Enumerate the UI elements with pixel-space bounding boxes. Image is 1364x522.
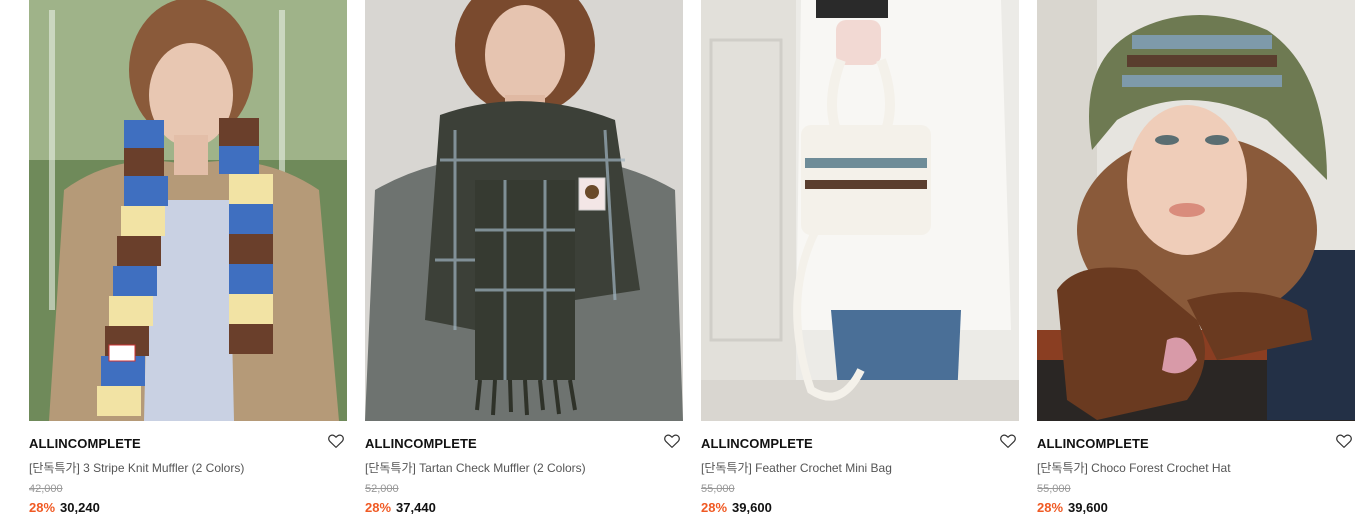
discount-rate: 28% [701, 500, 728, 515]
sale-price: 39,600 [732, 500, 772, 515]
heart-outline-icon[interactable] [663, 432, 681, 450]
heart-outline-icon[interactable] [999, 432, 1017, 450]
discount-rate: 28% [29, 500, 56, 515]
price-line: 28% 39,600 [701, 500, 772, 515]
brand-name[interactable]: ALLINCOMPLETE [365, 436, 477, 451]
product-card[interactable]: ALLINCOMPLETE [단독특가] Tartan Check Muffle… [365, 0, 683, 522]
product-name[interactable]: [단독특가] Choco Forest Crochet Hat [1037, 459, 1231, 476]
heart-outline-icon[interactable] [327, 432, 345, 450]
sale-price: 37,440 [396, 500, 436, 515]
model-crochet-hat-image [1037, 0, 1355, 421]
original-price: 55,000 [1037, 483, 1071, 495]
brand-name[interactable]: ALLINCOMPLETE [29, 436, 141, 451]
price-line: 28% 39,600 [1037, 500, 1108, 515]
price-line: 28% 37,440 [365, 500, 436, 515]
original-price: 55,000 [701, 483, 735, 495]
model-striped-muffler-image [29, 0, 347, 421]
brand-name[interactable]: ALLINCOMPLETE [1037, 436, 1149, 451]
product-card[interactable]: ALLINCOMPLETE [단독특가] Choco Forest Croche… [1037, 0, 1355, 522]
brand-name[interactable]: ALLINCOMPLETE [701, 436, 813, 451]
product-card[interactable]: ALLINCOMPLETE [단독특가] Feather Crochet Min… [701, 0, 1019, 522]
heart-outline-icon[interactable] [1335, 432, 1353, 450]
product-image-tartan-muffler[interactable] [365, 0, 683, 421]
crochet-mini-bag-image [701, 0, 1019, 421]
original-price: 52,000 [365, 483, 399, 495]
product-card[interactable]: ALLINCOMPLETE [단독특가] 3 Stripe Knit Muffl… [29, 0, 347, 522]
product-image-striped-muffler[interactable] [29, 0, 347, 421]
sale-price: 39,600 [1068, 500, 1108, 515]
product-image-crochet-hat[interactable] [1037, 0, 1355, 421]
product-name[interactable]: [단독특가] 3 Stripe Knit Muffler (2 Colors) [29, 459, 244, 476]
discount-rate: 28% [365, 500, 392, 515]
sale-price: 30,240 [60, 500, 100, 515]
product-grid: ALLINCOMPLETE [단독특가] 3 Stripe Knit Muffl… [0, 0, 1364, 522]
original-price: 42,000 [29, 483, 63, 495]
discount-rate: 28% [1037, 500, 1064, 515]
product-image-crochet-bag[interactable] [701, 0, 1019, 421]
product-name[interactable]: [단독특가] Feather Crochet Mini Bag [701, 459, 892, 476]
model-tartan-muffler-image [365, 0, 683, 421]
price-line: 28% 30,240 [29, 500, 100, 515]
product-name[interactable]: [단독특가] Tartan Check Muffler (2 Colors) [365, 459, 586, 476]
